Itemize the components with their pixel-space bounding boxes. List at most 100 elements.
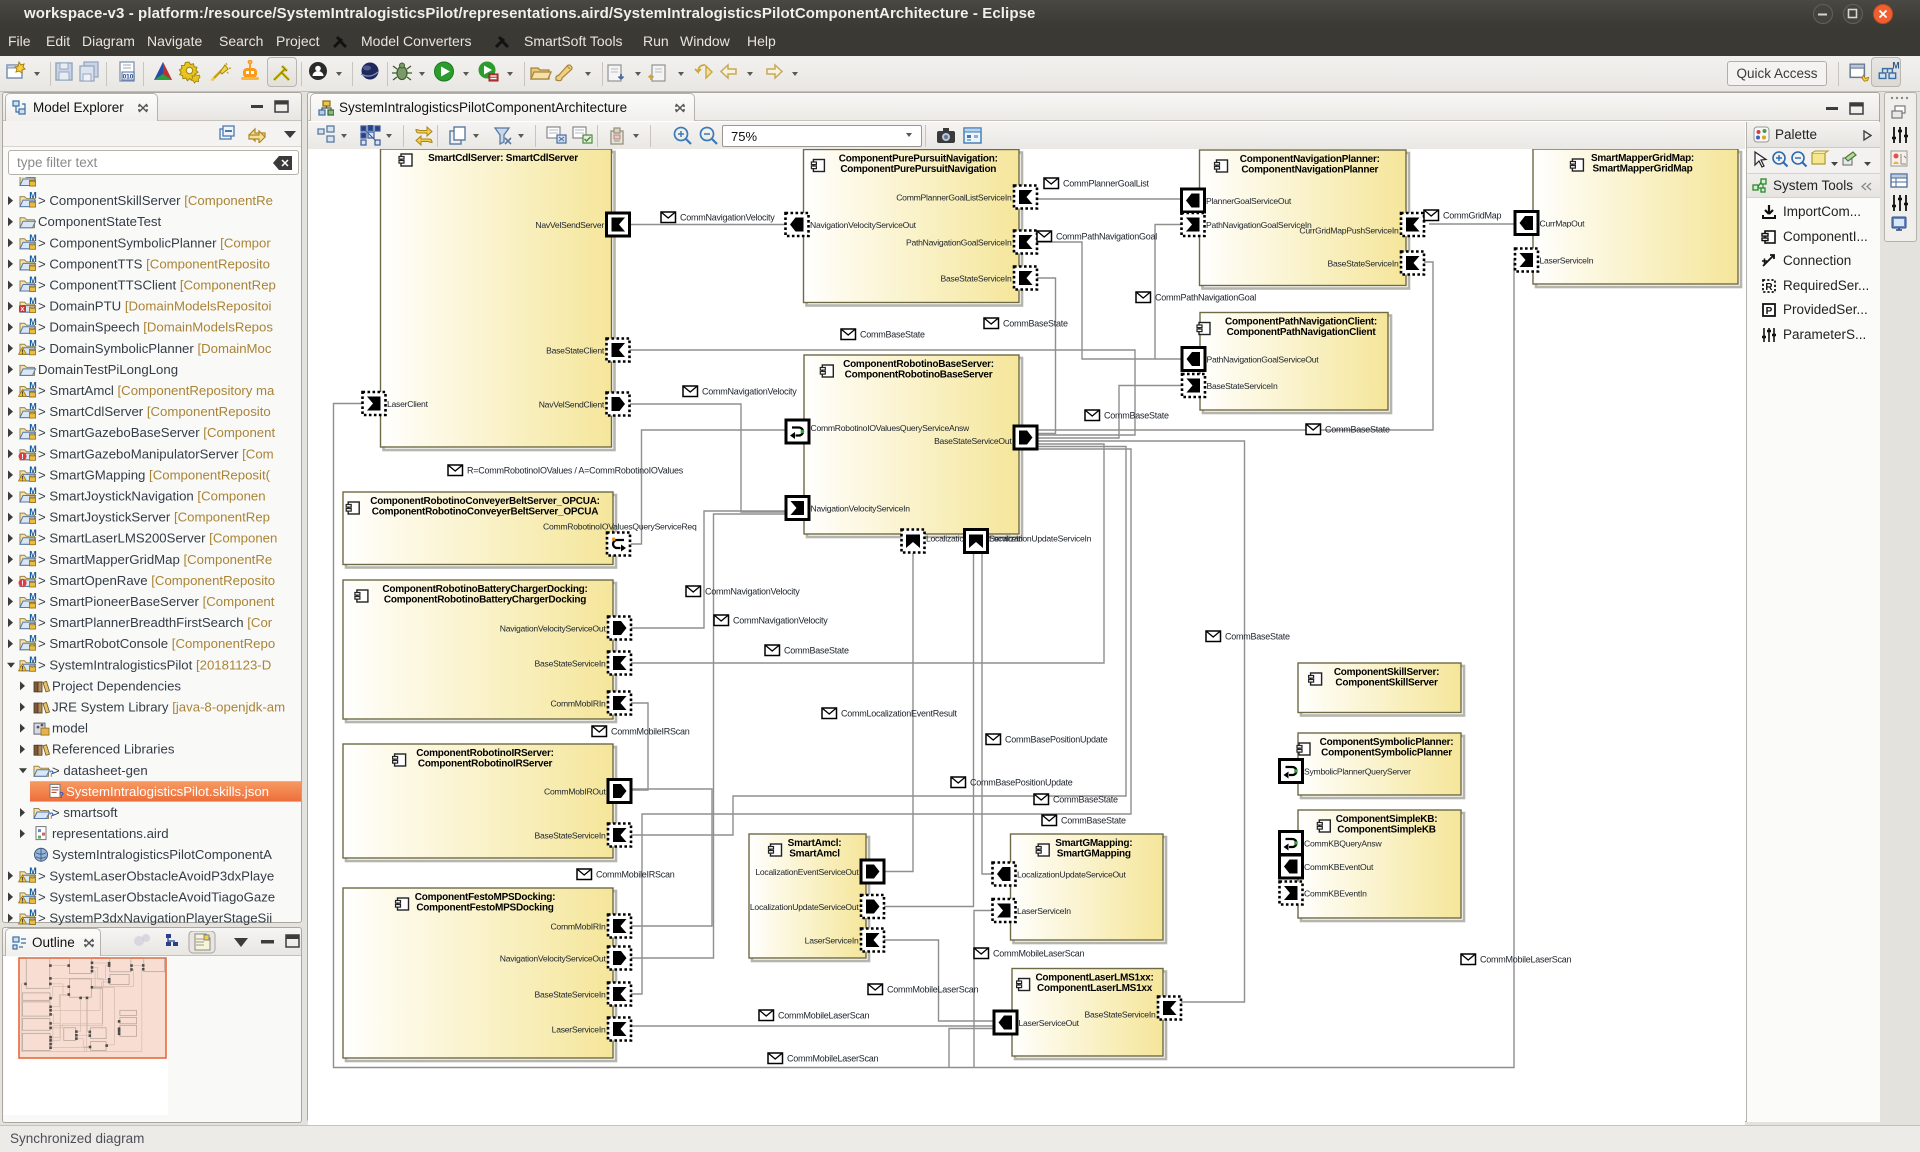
svg-text:M: M	[29, 549, 37, 559]
svg-text:> SystemP3dxNavigationPlayerSt: > SystemP3dxNavigationPlayerStageSii	[38, 911, 272, 926]
svg-text:M: M	[29, 887, 37, 897]
svg-text:CommPlannerGoalListServiceIn: CommPlannerGoalListServiceIn	[896, 193, 1012, 203]
svg-text:CurrMapOut: CurrMapOut	[1540, 219, 1586, 229]
svg-text:SmartAmcl:: SmartAmcl:	[788, 838, 842, 849]
svg-text:> SmartJoystickServer [Compone: > SmartJoystickServer [ComponentRep	[38, 510, 270, 525]
svg-text:ComponentRobotinoIRServer: ComponentRobotinoIRServer	[418, 759, 553, 770]
svg-text:CommMobileIRScan: CommMobileIRScan	[596, 870, 675, 880]
svg-text:PathNavigationGoalServiceIn: PathNavigationGoalServiceIn	[1206, 220, 1312, 230]
svg-text:LocalizationEventServiceOut: LocalizationEventServiceOut	[755, 867, 859, 877]
svg-text:CommPlannerGoalList: CommPlannerGoalList	[1063, 179, 1150, 189]
svg-text:M: M	[29, 402, 37, 412]
svg-text:JRE System Library [java-8-ope: JRE System Library [java-8-openjdk-am	[52, 700, 285, 715]
svg-text:ComponentRobotinoBaseServer:: ComponentRobotinoBaseServer:	[843, 359, 994, 370]
svg-text:SmartGMapping: SmartGMapping	[1057, 849, 1131, 860]
svg-text:> SmartRobotConsole [Component: > SmartRobotConsole [ComponentRepo	[38, 636, 275, 651]
svg-text:ComponentSimpleKB:: ComponentSimpleKB:	[1336, 814, 1438, 825]
svg-text:ComponentRobotinoConveyerBeltS: ComponentRobotinoConveyerBeltServer_OPCU…	[370, 496, 600, 507]
svg-text:> SmartGMapping [ComponentRepo: > SmartGMapping [ComponentReposit(	[38, 467, 271, 482]
svg-text:CommNavigationVelocity: CommNavigationVelocity	[702, 387, 797, 397]
svg-text:LaserServiceOut: LaserServiceOut	[1019, 1018, 1080, 1028]
svg-text:ComponentRobotinoBaseServer: ComponentRobotinoBaseServer	[845, 370, 993, 381]
svg-text:CommBaseState: CommBaseState	[1061, 816, 1126, 826]
svg-text:> ComponentSymbolicPlanner [Co: > ComponentSymbolicPlanner [Compor	[38, 235, 271, 250]
svg-text:BaseStateServiceIn: BaseStateServiceIn	[941, 274, 1012, 284]
svg-text:LaserServiceIn: LaserServiceIn	[552, 1025, 606, 1035]
svg-text:SymbolicPlannerQueryServer: SymbolicPlannerQueryServer	[1304, 767, 1411, 777]
svg-text:!: !	[21, 897, 23, 904]
svg-text:ComponentSymbolicPlanner:: ComponentSymbolicPlanner:	[1320, 737, 1454, 748]
svg-text:LaserServiceIn: LaserServiceIn	[805, 936, 859, 946]
svg-text:CommMobileLaserScan: CommMobileLaserScan	[1480, 955, 1572, 965]
svg-text:LaserServiceIn: LaserServiceIn	[1540, 256, 1594, 266]
svg-text:CommKBEventOut: CommKBEventOut	[1304, 862, 1374, 872]
svg-text:ComponentSymbolicPlanner: ComponentSymbolicPlanner	[1321, 748, 1452, 759]
svg-text:CommMobileLaserScan: CommMobileLaserScan	[887, 985, 979, 995]
svg-text:representations.aird: representations.aird	[52, 826, 169, 841]
svg-text:CommBaseState: CommBaseState	[1325, 425, 1390, 435]
svg-text:> SmartMapperGridMap [Componen: > SmartMapperGridMap [ComponentRe	[38, 552, 272, 567]
svg-text:!: !	[21, 919, 23, 926]
svg-text:> ComponentTTS [ComponentRepos: > ComponentTTS [ComponentReposito	[38, 256, 270, 271]
svg-text:ComponentSkillServer:: ComponentSkillServer:	[1334, 667, 1439, 678]
svg-text:> datasheet-gen: > datasheet-gen	[52, 763, 148, 778]
svg-text:ComponentSkillServer: ComponentSkillServer	[1335, 678, 1438, 689]
svg-text:BaseStateServiceIn: BaseStateServiceIn	[1207, 381, 1278, 391]
svg-text:NavVelSendServer: NavVelSendServer	[535, 220, 604, 230]
svg-text:!: !	[21, 452, 24, 461]
svg-text:CommGridMap: CommGridMap	[1443, 211, 1502, 221]
svg-text:Referenced Libraries: Referenced Libraries	[52, 742, 175, 757]
svg-text:P: P	[1766, 306, 1773, 317]
svg-text:x: x	[21, 306, 25, 313]
svg-text:BaseStateClient: BaseStateClient	[546, 346, 605, 356]
svg-text:ComponentPathNavigationClient: ComponentPathNavigationClient	[1227, 327, 1377, 338]
svg-text:M: M	[29, 655, 37, 665]
svg-text:CommMobileLaserScan: CommMobileLaserScan	[993, 949, 1085, 959]
svg-text:Project Dependencies: Project Dependencies	[52, 678, 181, 693]
svg-text:M: M	[29, 908, 37, 918]
svg-text:R=CommRobotinoIOValues / A=Com: R=CommRobotinoIOValues / A=CommRobotinoI…	[467, 466, 684, 476]
svg-text:M: M	[1892, 61, 1899, 71]
svg-text:ComponentRobotinoConveyerBeltS: ComponentRobotinoConveyerBeltServer_OPCU…	[372, 507, 598, 518]
svg-text:M: M	[29, 465, 37, 475]
svg-text:CommMobIROut: CommMobIROut	[544, 787, 606, 797]
svg-text:ComponentLaserLMS1xx: ComponentLaserLMS1xx	[1037, 983, 1153, 994]
svg-text:> SmartGazeboBaseServer [Compo: > SmartGazeboBaseServer [Component	[38, 425, 275, 440]
svg-text:M: M	[29, 296, 37, 306]
svg-text:BaseStateServiceIn: BaseStateServiceIn	[535, 831, 606, 841]
svg-text:010: 010	[123, 74, 134, 81]
svg-text:ComponentRobotinoIRServer:: ComponentRobotinoIRServer:	[416, 748, 553, 759]
svg-text:M: M	[29, 338, 37, 348]
svg-text:CommMobileLaserScan: CommMobileLaserScan	[778, 1011, 870, 1021]
svg-text:> smartsoft: > smartsoft	[52, 805, 118, 820]
svg-text:ComponentSimpleKB: ComponentSimpleKB	[1337, 825, 1436, 836]
svg-text:M: M	[29, 592, 37, 602]
svg-text:NavVelSendClient: NavVelSendClient	[539, 400, 605, 410]
svg-text:LaserServiceIn: LaserServiceIn	[1017, 906, 1071, 916]
svg-text:CommNavigationVelocity: CommNavigationVelocity	[733, 616, 828, 626]
svg-text:!: !	[21, 876, 23, 883]
svg-text:M: M	[29, 177, 37, 180]
svg-text:M: M	[29, 317, 37, 327]
svg-text:SmartCdlServer: SmartCdlServer: SmartCdlServer: SmartCdlServer	[428, 153, 578, 164]
svg-text:> SmartPioneerBaseServer [Comp: > SmartPioneerBaseServer [Component	[38, 594, 275, 609]
svg-text:> SystemLaserObstacleAvoidTiag: > SystemLaserObstacleAvoidTiagoGaze	[38, 889, 275, 904]
svg-text:> SystemIntralogisticsPilot [2: > SystemIntralogisticsPilot [20181123-D	[38, 657, 271, 672]
svg-text:LaserClient: LaserClient	[387, 399, 429, 409]
svg-text:!: !	[21, 349, 23, 356]
svg-text:> SmartOpenRave [ComponentRepo: > SmartOpenRave [ComponentReposito	[38, 573, 275, 588]
svg-text:CommLocalizationEventResult: CommLocalizationEventResult	[841, 709, 958, 719]
svg-text:CommPathNavigationGoal: CommPathNavigationGoal	[1155, 293, 1256, 303]
svg-text:PathNavigationGoalServiceOut: PathNavigationGoalServiceOut	[1207, 355, 1320, 365]
svg-text:SystemIntralogisticsPilot.skil: SystemIntralogisticsPilot.skills.json	[66, 784, 269, 799]
svg-text:BaseStateServiceIn: BaseStateServiceIn	[535, 990, 606, 1000]
svg-text:> SmartGazeboManipulatorServer: > SmartGazeboManipulatorServer [Com	[38, 446, 274, 461]
svg-text:M: M	[29, 233, 37, 243]
svg-text:!: !	[21, 579, 24, 588]
svg-text:SystemIntralogisticsPilotCompo: SystemIntralogisticsPilotComponentA	[52, 847, 272, 862]
svg-text:ComponentLaserLMS1xx:: ComponentLaserLMS1xx:	[1035, 973, 1153, 984]
svg-text:M: M	[29, 254, 37, 264]
svg-text:DomainTestPiLongLong: DomainTestPiLongLong	[38, 362, 178, 377]
svg-text:PlannerGoalServiceOut: PlannerGoalServiceOut	[1206, 196, 1292, 206]
svg-text:CommBaseState: CommBaseState	[1053, 795, 1118, 805]
